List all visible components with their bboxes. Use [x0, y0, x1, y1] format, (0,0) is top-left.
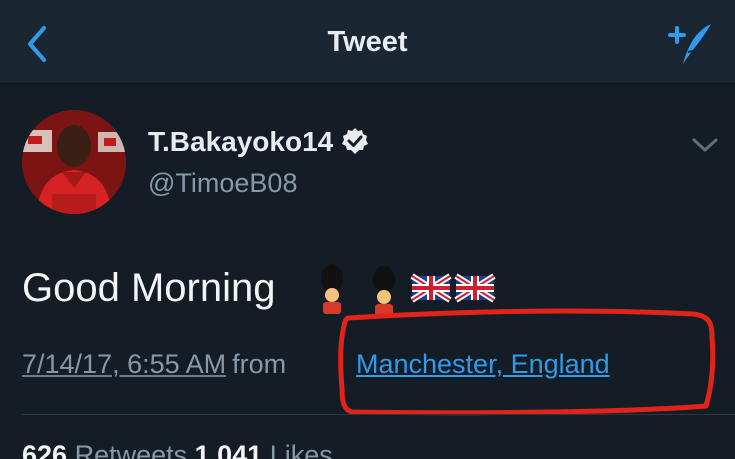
chevron-down-icon	[692, 138, 718, 152]
retweets-count[interactable]: 626	[22, 440, 67, 459]
page-title: Tweet	[327, 26, 408, 58]
uk-flag-emoji-icon	[410, 273, 452, 303]
compose-tweet-button[interactable]	[664, 20, 716, 70]
profile-photo	[22, 110, 126, 214]
more-options-button[interactable]	[690, 134, 720, 156]
tweet-timestamp[interactable]: 7/14/17, 6:55 AM	[22, 349, 226, 379]
likes-count[interactable]: 1,041	[195, 440, 263, 459]
tweet-text: Good Morning	[22, 266, 276, 310]
divider	[22, 414, 735, 415]
verified-badge-icon	[342, 128, 369, 154]
location-link[interactable]: Manchester, England	[356, 349, 610, 380]
tweet-detail-screen: Tweet T.Bakayoko14 @TimoeB08 Good Mornin…	[0, 0, 735, 459]
guardsman-emoji-icon	[373, 266, 395, 314]
author-handle[interactable]: @TimoeB08	[148, 168, 297, 199]
from-label: from	[232, 349, 287, 379]
uk-flag-emoji-icon	[454, 273, 496, 303]
emoji-row	[321, 264, 496, 314]
guardsman-emoji-icon	[321, 264, 343, 314]
display-name-text: T.Bakayoko14	[148, 126, 334, 157]
nav-bar: Tweet	[0, 0, 735, 84]
compose-tweet-icon	[668, 24, 711, 64]
tweet-stats: 626 Retweets 1,041 Likes	[22, 440, 333, 459]
likes-label[interactable]: Likes	[270, 440, 333, 459]
retweets-label[interactable]: Retweets	[75, 440, 188, 459]
avatar[interactable]	[22, 110, 126, 214]
author-display-name[interactable]: T.Bakayoko14	[148, 126, 369, 158]
tweet-meta: 7/14/17, 6:55 AM from	[22, 349, 286, 380]
